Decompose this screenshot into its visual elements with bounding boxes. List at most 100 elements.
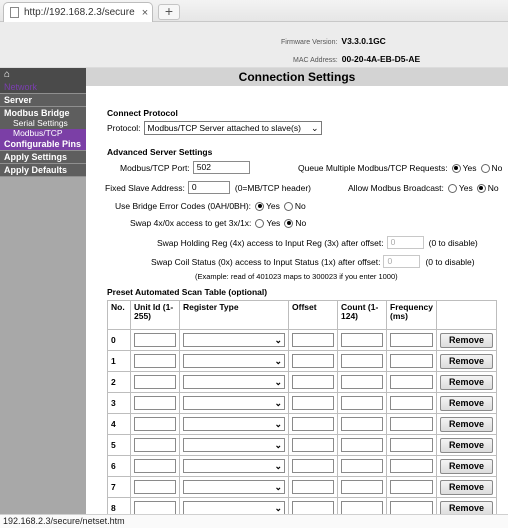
page-icon (10, 7, 19, 18)
remove-button[interactable]: Remove (440, 332, 493, 348)
remove-button[interactable]: Remove (440, 500, 493, 514)
queue-no-radio[interactable] (480, 163, 490, 173)
frequency-input[interactable] (390, 459, 433, 473)
unit-id-input[interactable] (134, 396, 176, 410)
unit-id-input[interactable] (134, 459, 176, 473)
remove-button[interactable]: Remove (440, 374, 493, 390)
header-actions (436, 300, 497, 330)
holding-offset-input[interactable]: 0 (386, 236, 424, 249)
remove-button[interactable]: Remove (440, 437, 493, 453)
protocol-label: Protocol: (107, 123, 141, 133)
protocol-select[interactable]: Modbus/TCP Server attached to slave(s) ⌄ (143, 121, 322, 135)
firmware-info: Firmware Version: V3.3.0.1GC (281, 36, 386, 46)
register-type-select[interactable]: ⌄ (183, 396, 285, 410)
frequency-input[interactable] (390, 333, 433, 347)
unit-id-input[interactable] (134, 375, 176, 389)
table-row: 8 ⌄ Remove (107, 497, 497, 514)
sidebar-item-apply-settings[interactable]: Apply Settings (0, 151, 86, 164)
remove-button[interactable]: Remove (440, 353, 493, 369)
remove-button[interactable]: Remove (440, 479, 493, 495)
register-type-select[interactable]: ⌄ (183, 375, 285, 389)
register-type-select[interactable]: ⌄ (183, 354, 285, 368)
register-type-cell: ⌄ (179, 413, 289, 435)
frequency-cell (386, 392, 437, 414)
sidebar-item-server[interactable]: Server (0, 94, 86, 107)
offset-input[interactable] (292, 501, 334, 514)
coil-offset-input[interactable]: 0 (383, 255, 421, 268)
frequency-input[interactable] (390, 501, 433, 514)
unit-id-input[interactable] (134, 333, 176, 347)
count-input[interactable] (341, 459, 383, 473)
unit-id-input[interactable] (134, 354, 176, 368)
port-input[interactable]: 502 (192, 161, 250, 174)
offset-input[interactable] (292, 459, 334, 473)
frequency-input[interactable] (390, 354, 433, 368)
count-input[interactable] (341, 375, 383, 389)
browser-tab[interactable]: http://192.168.2.3/secure × (3, 2, 153, 22)
count-cell (337, 455, 387, 477)
remove-button[interactable]: Remove (440, 395, 493, 411)
frequency-cell (386, 497, 437, 514)
count-input[interactable] (341, 438, 383, 452)
swap-yes-radio[interactable] (255, 218, 265, 228)
count-input[interactable] (341, 480, 383, 494)
new-tab-button[interactable]: + (158, 4, 180, 20)
broadcast-no-radio[interactable] (476, 183, 486, 193)
register-type-select[interactable]: ⌄ (183, 333, 285, 347)
sidebar-item-modbus-tcp[interactable]: Modbus/TCP (0, 128, 86, 138)
sidebar-item-network[interactable]: Network (0, 81, 86, 94)
frequency-input[interactable] (390, 417, 433, 431)
unit-id-input[interactable] (134, 417, 176, 431)
bridge-errors-no-radio[interactable] (283, 201, 293, 211)
offset-cell (288, 371, 338, 393)
bridge-errors-yes-radio[interactable] (255, 201, 265, 211)
remove-button[interactable]: Remove (440, 416, 493, 432)
count-input[interactable] (341, 396, 383, 410)
frequency-cell (386, 371, 437, 393)
offset-input[interactable] (292, 480, 334, 494)
frequency-input[interactable] (390, 438, 433, 452)
offset-input[interactable] (292, 333, 334, 347)
offset-input[interactable] (292, 354, 334, 368)
unit-id-input[interactable] (134, 480, 176, 494)
mac-label: MAC Address: (293, 57, 338, 64)
sidebar-item-configurable-pins[interactable]: Configurable Pins (0, 138, 86, 151)
sidebar-item-apply-defaults[interactable]: Apply Defaults (0, 164, 86, 177)
page-title: Connection Settings (86, 68, 508, 86)
count-input[interactable] (341, 333, 383, 347)
row-number: 1 (107, 350, 131, 372)
register-type-select[interactable]: ⌄ (183, 417, 285, 431)
fixed-slave-input[interactable]: 0 (187, 181, 230, 194)
register-type-select[interactable]: ⌄ (183, 480, 285, 494)
frequency-cell (386, 455, 437, 477)
register-type-select[interactable]: ⌄ (183, 459, 285, 473)
count-cell (337, 476, 387, 498)
offset-input[interactable] (292, 438, 334, 452)
scan-table: No. Unit Id (1-255) Register Type Offset… (107, 300, 497, 514)
frequency-input[interactable] (390, 480, 433, 494)
offset-input[interactable] (292, 417, 334, 431)
count-input[interactable] (341, 417, 383, 431)
frequency-input[interactable] (390, 396, 433, 410)
queue-yes-radio[interactable] (451, 163, 461, 173)
broadcast-yes-radio[interactable] (447, 183, 457, 193)
unit-id-input[interactable] (134, 501, 176, 514)
offset-input[interactable] (292, 375, 334, 389)
bridge-errors-label: Use Bridge Error Codes (0AH/0BH): (115, 201, 252, 211)
chevron-down-icon: ⌄ (274, 503, 282, 513)
scan-table-header-row: No. Unit Id (1-255) Register Type Offset… (107, 300, 497, 330)
tab-close-icon[interactable]: × (138, 7, 152, 19)
holding-label: Swap Holding Reg (4x) access to Input Re… (157, 237, 384, 248)
swap-no-radio[interactable] (284, 218, 294, 228)
register-type-select[interactable]: ⌄ (183, 501, 285, 514)
home-icon[interactable]: ⌂ (0, 68, 86, 81)
protocol-row: Protocol: Modbus/TCP Server attached to … (107, 121, 322, 135)
register-type-cell: ⌄ (179, 350, 289, 372)
unit-id-input[interactable] (134, 438, 176, 452)
frequency-input[interactable] (390, 375, 433, 389)
offset-input[interactable] (292, 396, 334, 410)
remove-button[interactable]: Remove (440, 458, 493, 474)
register-type-select[interactable]: ⌄ (183, 438, 285, 452)
count-input[interactable] (341, 354, 383, 368)
count-input[interactable] (341, 501, 383, 514)
